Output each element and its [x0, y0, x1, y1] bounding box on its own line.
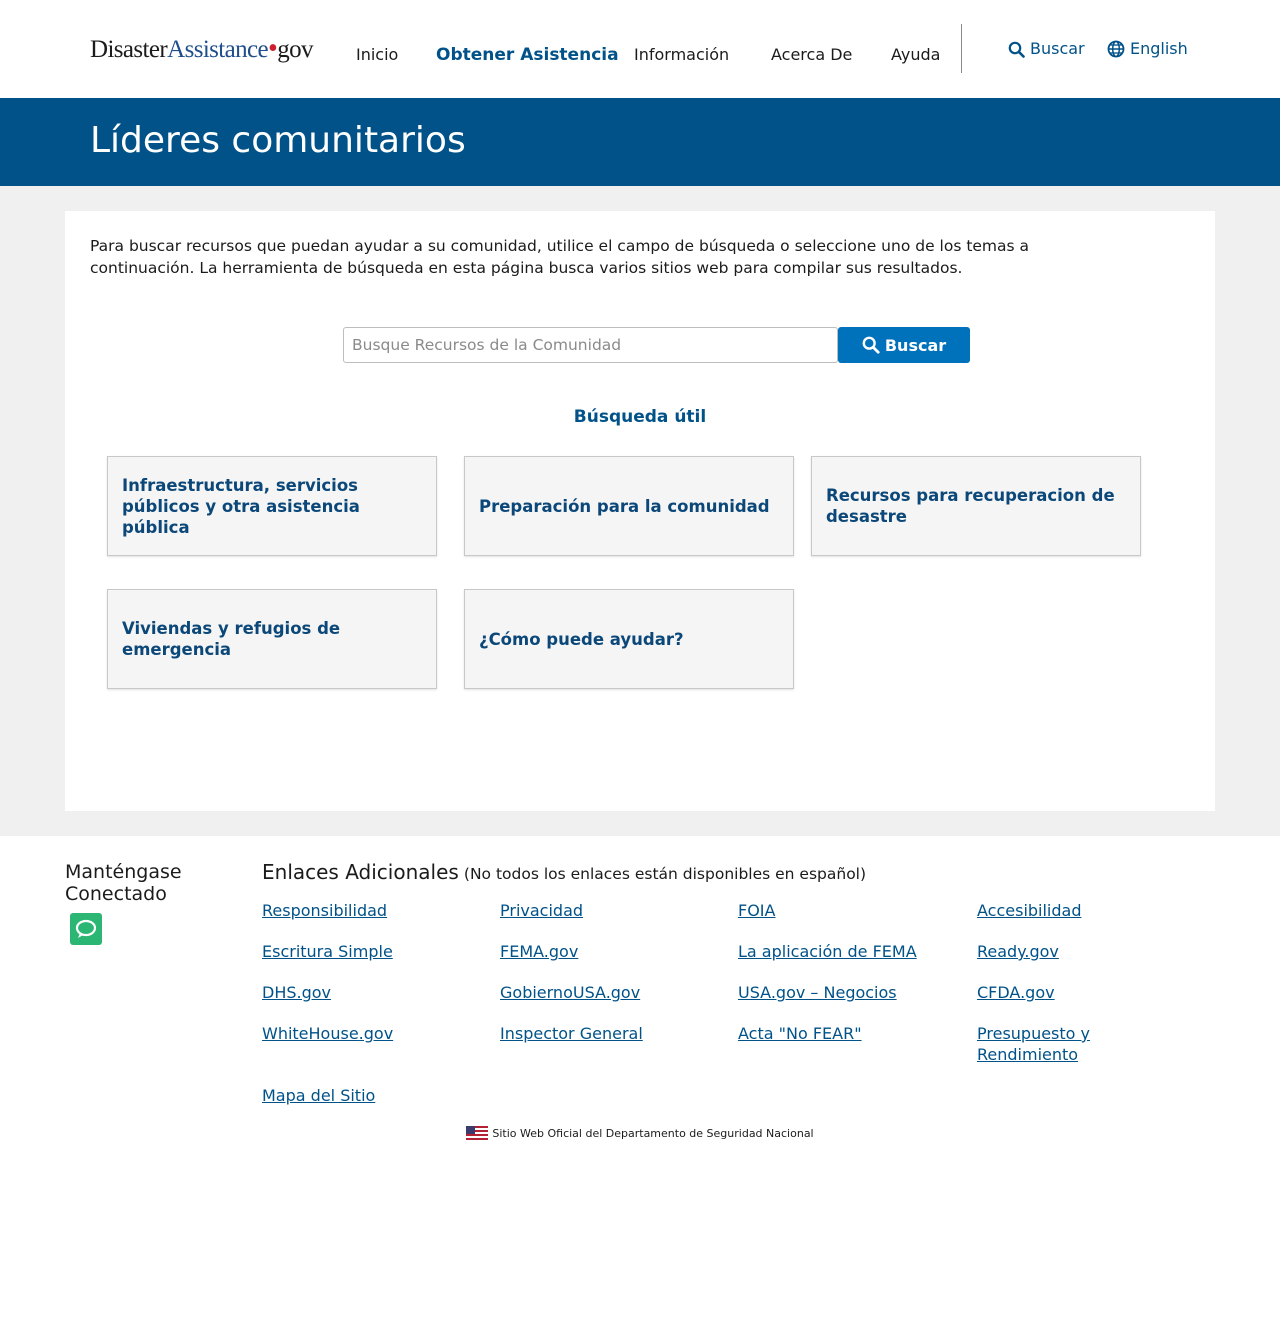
search-icon: [862, 336, 880, 354]
footer-link[interactable]: FEMA.gov: [500, 941, 730, 962]
language-toggle[interactable]: English: [1107, 38, 1188, 60]
site-header: DisasterAssistance•gov Inicio Obtener As…: [0, 0, 1280, 98]
nav-divider: [961, 24, 962, 73]
nav-item-informacion[interactable]: Información: [634, 44, 729, 66]
topic-tile-infraestructura[interactable]: Infraestructura, servicios públicos y ot…: [107, 456, 437, 556]
topic-tile-recursos-recuperacion[interactable]: Recursos para recuperacion de desastre: [811, 456, 1141, 556]
footer-link[interactable]: Privacidad: [500, 900, 730, 921]
intro-text: Para buscar recursos que puedan ayudar a…: [90, 237, 1030, 277]
nav-item-obtener-asistencia[interactable]: Obtener Asistencia: [436, 44, 619, 66]
us-flag-icon: [466, 1126, 489, 1140]
footer-link[interactable]: DHS.gov: [262, 982, 492, 1003]
logo-text-gov: gov: [277, 36, 313, 63]
official-site-text: Sitio Web Oficial del Departamento de Se…: [492, 1126, 814, 1140]
topic-tile-label: Infraestructura, servicios públicos y ot…: [122, 475, 360, 537]
additional-links-heading: Enlaces Adicionales (No todos los enlace…: [262, 859, 866, 887]
footer-link[interactable]: WhiteHouse.gov: [262, 1023, 492, 1044]
site-logo[interactable]: DisasterAssistance•gov: [90, 33, 314, 65]
footer-link[interactable]: GobiernoUSA.gov: [500, 982, 730, 1003]
chat-bubble-icon-glyph: [75, 919, 97, 938]
footer-link[interactable]: Responsibilidad: [262, 900, 492, 921]
community-search-button[interactable]: Buscar: [838, 327, 970, 363]
topic-tile-viviendas[interactable]: Viviendas y refugios de emergencia: [107, 589, 437, 689]
official-site-notice: Sitio Web Oficial del Departamento de Se…: [0, 1126, 1280, 1140]
chat-bubble-icon[interactable]: [70, 913, 102, 945]
topic-tile-label: Preparación para la comunidad: [479, 496, 770, 516]
language-label: English: [1130, 39, 1188, 58]
page-banner: Líderes comunitarios: [0, 98, 1280, 186]
header-search-label: Buscar: [1030, 39, 1085, 58]
page-title: Líderes comunitarios: [90, 120, 466, 161]
topic-tile-como-ayudar[interactable]: ¿Cómo puede ayudar?: [464, 589, 794, 689]
community-search-input[interactable]: [343, 327, 838, 363]
footer-link[interactable]: Escritura Simple: [262, 941, 492, 962]
footer-link-sitemap[interactable]: Mapa del Sitio: [262, 1085, 492, 1106]
footer-link[interactable]: USA.gov – Negocios: [738, 982, 968, 1003]
footer-link[interactable]: Inspector General: [500, 1023, 730, 1044]
search-button-label: Buscar: [884, 335, 947, 355]
footer-link[interactable]: La aplicación de FEMA: [738, 941, 968, 962]
nav-item-inicio[interactable]: Inicio: [356, 44, 398, 66]
globe-icon: [1107, 40, 1125, 58]
footer-link[interactable]: Accesibilidad: [977, 900, 1207, 921]
stay-connected-heading: Manténgase Conectado: [65, 861, 182, 905]
footer-link[interactable]: Ready.gov: [977, 941, 1207, 962]
header-search-link[interactable]: Buscar: [1008, 38, 1085, 60]
topic-tile-label: ¿Cómo puede ayudar?: [479, 629, 684, 649]
additional-links-note: (No todos los enlaces están disponibles …: [463, 865, 867, 883]
nav-item-acerca-de[interactable]: Acerca De: [771, 44, 852, 66]
topic-tile-label: Recursos para recuperacion de desastre: [826, 486, 1115, 526]
additional-links-title: Enlaces Adicionales: [262, 860, 459, 884]
topic-tile-label: Viviendas y refugios de emergencia: [122, 619, 341, 659]
footer-link[interactable]: CFDA.gov: [977, 982, 1207, 1003]
logo-text-assistance: Assistance: [167, 36, 269, 63]
footer-link[interactable]: FOIA: [738, 900, 968, 921]
search-icon: [1008, 41, 1025, 58]
logo-dot: •: [268, 33, 278, 64]
topic-tile-preparacion[interactable]: Preparación para la comunidad: [464, 456, 794, 556]
footer-link[interactable]: Presupuesto y Rendimiento: [977, 1023, 1127, 1065]
nav-item-ayuda[interactable]: Ayuda: [891, 44, 940, 66]
logo-text-disaster: Disaster: [90, 36, 168, 63]
footer-link[interactable]: Acta "No FEAR": [738, 1023, 968, 1044]
helpful-search-title: Búsqueda útil: [573, 407, 707, 427]
